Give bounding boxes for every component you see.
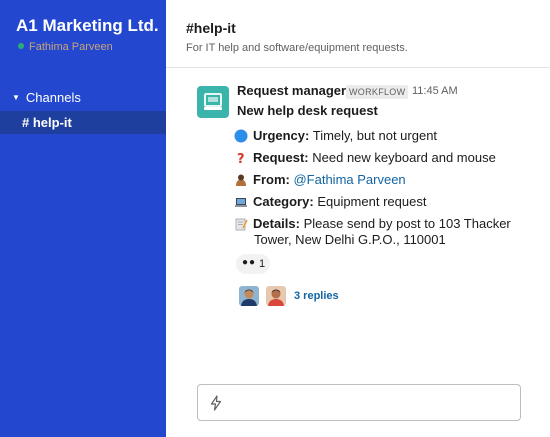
field-category: Category: Equipment request (234, 194, 426, 210)
message-title: New help desk request (237, 103, 378, 118)
sender-name[interactable]: Request manager (237, 83, 346, 98)
field-value: Equipment request (317, 194, 427, 209)
channel-header: #help-it For IT help and software/equipm… (166, 0, 550, 68)
computer-icon (204, 93, 222, 110)
avatar-photo-icon (266, 286, 286, 306)
chevron-down-icon[interactable]: ⌄ (146, 22, 154, 33)
question-mark-icon: ? (237, 152, 245, 165)
channel-title[interactable]: #help-it (186, 20, 236, 36)
user-mention-link[interactable]: @Fathima Parveen (293, 172, 405, 187)
lightning-bolt-icon[interactable] (210, 395, 222, 411)
laptop-icon (235, 197, 247, 207)
svg-text:?: ? (237, 152, 245, 165)
field-label: Request: (253, 150, 309, 165)
avatar-photo-icon (239, 286, 259, 306)
thread-replies-link[interactable]: 3 replies (294, 290, 339, 302)
channels-header-label: Channels (25, 90, 81, 105)
field-label: Urgency: (253, 128, 310, 143)
user-status[interactable]: Fathima Parveen (18, 41, 113, 53)
reaction-count: 1 (259, 258, 266, 270)
blue-circle-icon (234, 129, 248, 143)
field-details: Details: Please send by post to 103 Thac… (234, 216, 511, 232)
field-label: Category: (253, 194, 314, 209)
workflow-badge: WORKFLOW (346, 85, 409, 99)
sidebar: A1 Marketing Ltd. ⌄ Fathima Parveen ▼ Cha… (0, 0, 166, 437)
workspace-name[interactable]: A1 Marketing Ltd. (16, 16, 159, 36)
presence-dot-icon (18, 43, 24, 50)
reaction-eyes[interactable]: ●● 1 (236, 254, 270, 274)
sidebar-item-help-it[interactable]: # help-it (0, 111, 166, 134)
channel-topic: For IT help and software/equipment reque… (186, 42, 408, 54)
eyes-icon: ●● (242, 257, 257, 268)
memo-icon (235, 218, 248, 230)
message-timestamp[interactable]: 11:45 AM (412, 85, 458, 97)
field-label: From: (253, 172, 290, 187)
bot-avatar[interactable] (197, 86, 229, 118)
field-request: ? Request: Need new keyboard and mouse (234, 150, 496, 166)
person-icon (236, 174, 246, 186)
field-value: Timely, but not urgent (312, 128, 438, 143)
message-composer[interactable] (197, 384, 521, 421)
channels-section-header[interactable]: ▼ Channels (12, 90, 81, 105)
replier-avatar[interactable] (239, 286, 259, 306)
field-value-continued: Tower, New Delhi G.P.O., 110001 (254, 232, 446, 247)
field-urgency: Urgency: Timely, but not urgent (234, 128, 437, 144)
user-name: Fathima Parveen (29, 41, 113, 53)
field-label: Details: (253, 216, 300, 231)
field-value: Need new keyboard and mouse (312, 150, 496, 165)
field-from: From: @Fathima Parveen (234, 172, 406, 188)
replier-avatar[interactable] (266, 286, 286, 306)
field-value: Please send by post to 103 Thacker (303, 216, 511, 231)
channel-label: # help-it (22, 115, 72, 130)
caret-down-icon: ▼ (12, 93, 20, 103)
